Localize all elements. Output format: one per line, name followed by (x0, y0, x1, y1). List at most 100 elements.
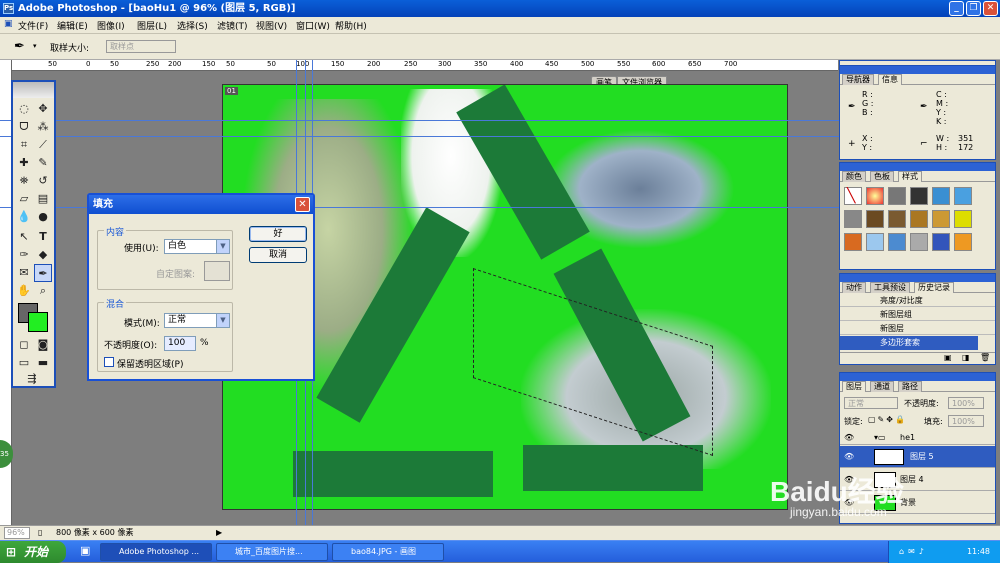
eyedropper-tool-icon[interactable]: ✒ (34, 264, 52, 282)
status-menu-arrow-icon[interactable]: ▶ (216, 526, 222, 540)
tab-channels[interactable]: 通道 (870, 381, 894, 392)
opacity-input[interactable]: 100 (164, 336, 196, 351)
background-color-swatch[interactable] (28, 312, 48, 332)
lock-icons[interactable]: ▢✎✥🔒 (868, 415, 907, 424)
tab-layers[interactable]: 图层 (842, 381, 866, 392)
brush-tool-icon[interactable]: ✎ (34, 154, 52, 172)
notes-tool-icon[interactable]: ✉ (15, 264, 33, 282)
layer-group-row[interactable]: 👁 ▾▭ he1 (840, 431, 995, 445)
gradient-tool-icon[interactable]: ▤ (34, 190, 52, 208)
eyedropper-tool-icon[interactable]: ✒ (14, 39, 25, 54)
jump-to-imageready-icon[interactable]: ⇶ (23, 370, 41, 388)
style-swatch[interactable] (932, 210, 950, 228)
menu-select[interactable]: 选择(S) (177, 19, 208, 32)
task-paint[interactable]: bao84.JPG - 画图 (332, 543, 444, 561)
magic-wand-tool-icon[interactable]: ⁂ (34, 118, 52, 136)
tab-paths[interactable]: 路径 (898, 381, 922, 392)
preserve-transparency-checkbox[interactable] (104, 357, 114, 367)
layer-opacity-input[interactable]: 100% (948, 397, 984, 409)
tab-tool-presets[interactable]: 工具预设 (870, 282, 910, 293)
move-tool-icon[interactable]: ✥ (34, 100, 52, 118)
cancel-button[interactable]: 取消 (249, 247, 307, 263)
history-item[interactable]: 新图层组 (840, 308, 995, 321)
blur-tool-icon[interactable]: 💧 (15, 208, 33, 226)
style-swatch[interactable] (954, 210, 972, 228)
zoom-tool-icon[interactable]: ⌕ (34, 282, 52, 300)
restore-button[interactable]: ❐ (966, 1, 981, 16)
mode-select[interactable]: 正常 ▼ (164, 313, 230, 328)
menu-layer[interactable]: 图层(L) (137, 19, 167, 32)
eraser-tool-icon[interactable]: ▱ (15, 190, 33, 208)
tab-color[interactable]: 颜色 (842, 171, 866, 182)
style-swatch[interactable] (866, 233, 884, 251)
close-button[interactable]: ✕ (983, 1, 998, 16)
show-desktop-icon[interactable]: ▣ (80, 544, 90, 557)
tab-navigator[interactable]: 导航器 (842, 74, 874, 85)
layer-fill-input[interactable]: 100% (948, 415, 984, 427)
menu-filter[interactable]: 滤镜(T) (217, 19, 248, 32)
fill-dialog-close-icon[interactable]: ✕ (295, 197, 310, 212)
style-swatch[interactable] (844, 233, 862, 251)
start-button[interactable]: ⊞ 开始 (0, 541, 66, 563)
use-select[interactable]: 白色 ▼ (164, 239, 230, 254)
tray-icons[interactable]: ⌂✉♪ (899, 541, 928, 563)
new-snapshot-icon[interactable]: ◨ (962, 353, 970, 362)
style-swatch[interactable] (888, 187, 906, 205)
crop-tool-icon[interactable]: ⌗ (15, 136, 33, 154)
task-browser[interactable]: 城市_百度图片搜... (216, 543, 328, 561)
style-swatch[interactable] (910, 210, 928, 228)
shape-tool-icon[interactable]: ◆ (34, 246, 52, 264)
lasso-tool-icon[interactable]: ᗜ (15, 118, 33, 136)
tab-actions[interactable]: 动作 (842, 282, 866, 293)
hand-tool-icon[interactable]: ✋ (15, 282, 33, 300)
tab-info[interactable]: 信息 (878, 74, 902, 85)
history-item[interactable]: 新图层 (840, 322, 995, 335)
style-swatch[interactable] (866, 187, 884, 205)
menu-file[interactable]: 文件(F) (18, 19, 48, 32)
menu-edit[interactable]: 编辑(E) (57, 19, 88, 32)
document-control-icon[interactable]: ▣ (4, 19, 13, 29)
sample-size-select[interactable]: 取样点 (106, 40, 176, 53)
style-swatch[interactable] (910, 233, 928, 251)
history-item[interactable]: 亮度/对比度 (840, 294, 995, 307)
clone-stamp-tool-icon[interactable]: ⛯ (15, 172, 33, 190)
visibility-eye-icon[interactable]: 👁 (844, 446, 854, 468)
menu-window[interactable]: 窗口(W) (296, 19, 330, 32)
minimize-button[interactable]: _ (949, 1, 964, 16)
trash-icon[interactable]: 🗑 (980, 353, 990, 362)
style-swatch[interactable] (866, 210, 884, 228)
tab-history[interactable]: 历史记录 (914, 282, 954, 293)
dodge-tool-icon[interactable]: ● (34, 208, 52, 226)
ok-button[interactable]: 好 (249, 226, 307, 242)
type-tool-icon[interactable]: T (34, 228, 52, 246)
menu-image[interactable]: 图像(I) (97, 19, 125, 32)
blend-mode-select[interactable]: 正常 (844, 397, 898, 409)
slice-tool-icon[interactable]: ⟋ (34, 136, 52, 154)
tab-swatches[interactable]: 色板 (870, 171, 894, 182)
zoom-level[interactable]: 96% (4, 527, 30, 539)
style-swatch[interactable] (954, 233, 972, 251)
standard-mode-icon[interactable]: ◻ (15, 336, 33, 354)
healing-brush-tool-icon[interactable]: ✚ (15, 154, 33, 172)
pen-tool-icon[interactable]: ✑ (15, 246, 33, 264)
marquee-tool-icon[interactable]: ◌ (15, 100, 33, 118)
style-swatch[interactable] (888, 233, 906, 251)
menu-view[interactable]: 视图(V) (256, 19, 287, 32)
tool-preset-dropdown[interactable]: ▾ (33, 42, 37, 50)
menu-help[interactable]: 帮助(H) (335, 19, 367, 32)
task-photoshop[interactable]: Adobe Photoshop ... (100, 543, 212, 561)
style-swatch[interactable] (888, 210, 906, 228)
style-swatch[interactable] (910, 187, 928, 205)
style-swatch[interactable] (932, 233, 950, 251)
layer-row-selected[interactable]: 👁 图层 5 (840, 446, 995, 468)
style-swatch[interactable] (844, 210, 862, 228)
path-selection-tool-icon[interactable]: ↖ (15, 228, 33, 246)
tab-styles[interactable]: 样式 (898, 171, 922, 182)
visibility-eye-icon[interactable]: 👁 (844, 431, 854, 445)
style-swatch[interactable] (932, 187, 950, 205)
style-none-swatch[interactable]: ╲ (844, 187, 862, 205)
history-item-selected[interactable]: 多边形套索 (840, 336, 978, 350)
style-swatch[interactable] (954, 187, 972, 205)
new-document-icon[interactable]: ▣ (944, 353, 952, 362)
history-brush-tool-icon[interactable]: ↺ (34, 172, 52, 190)
